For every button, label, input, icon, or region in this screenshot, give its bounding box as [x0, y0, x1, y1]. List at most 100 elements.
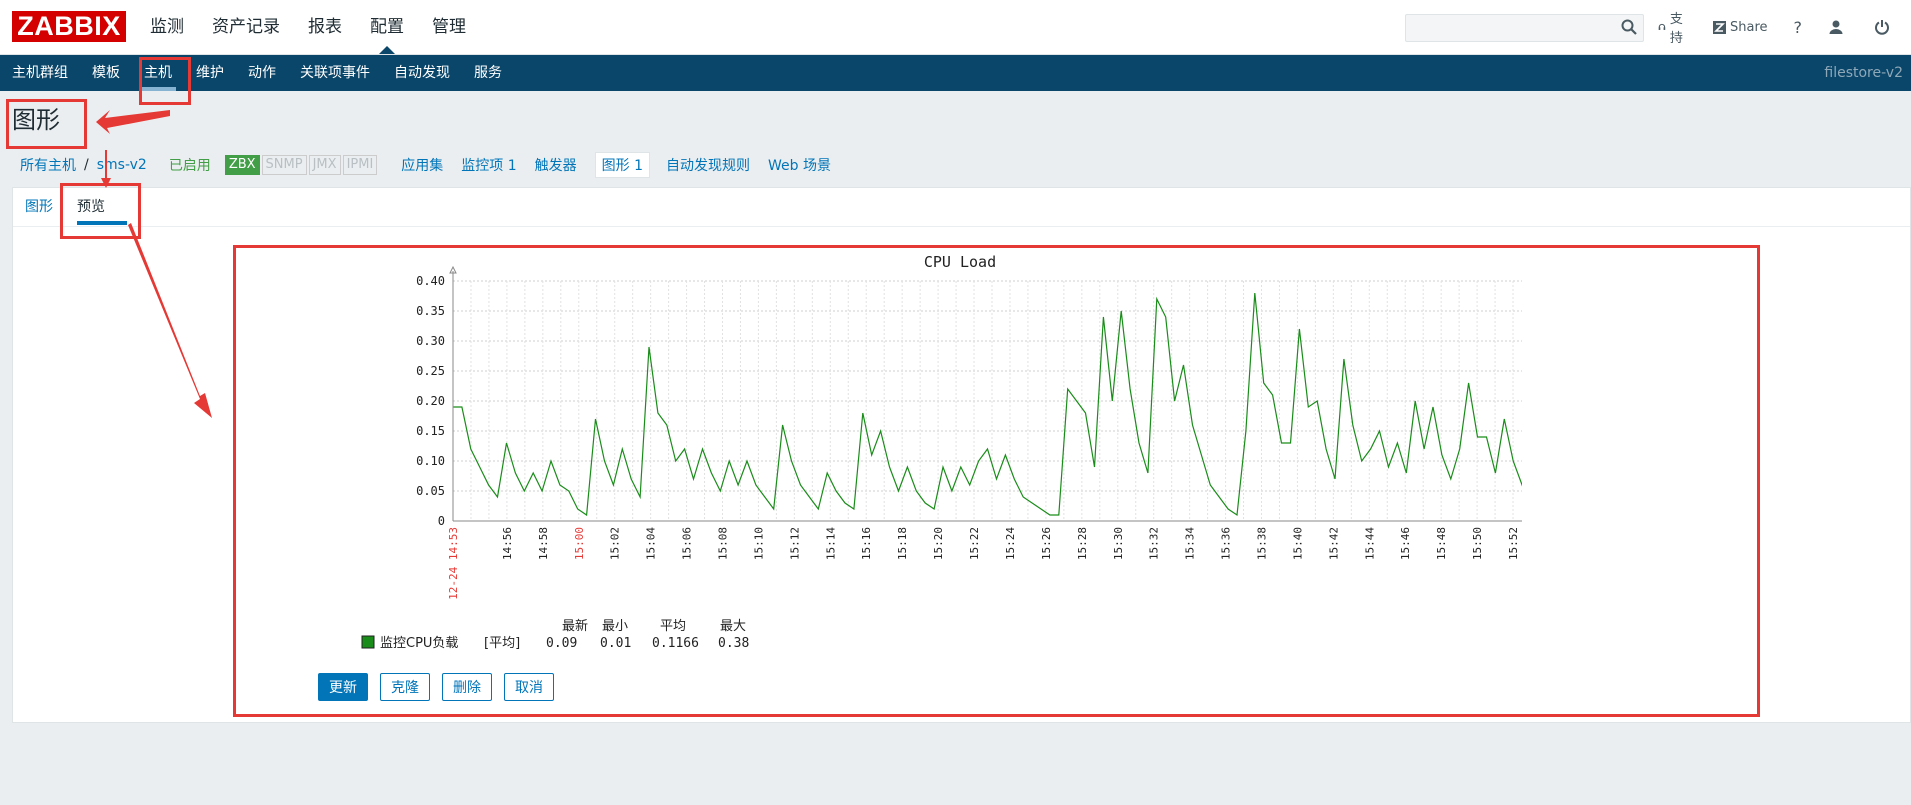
x-tick-label: 15:32	[1148, 527, 1161, 560]
menu-monitoring[interactable]: 监测	[150, 0, 184, 54]
snmp-badge: SNMP	[261, 155, 307, 175]
breadcrumb-all-hosts[interactable]: 所有主机	[20, 155, 76, 175]
legend-header-avg: 平均	[660, 619, 686, 634]
x-tick-label: 14:56	[501, 527, 514, 560]
zabbix-logo[interactable]: ZABBIX	[12, 11, 126, 42]
search-input[interactable]	[1406, 15, 1622, 39]
cancel-button[interactable]: 取消	[504, 673, 554, 701]
y-tick-label: 0.15	[416, 424, 445, 438]
user-icon	[1829, 20, 1843, 34]
chart-title: CPU Load	[924, 253, 996, 271]
x-tick-label: 15:18	[896, 527, 909, 560]
x-tick-labels: 14:56 14:58 15:00 15:02 15:04 15:06 15:08 15:10…	[447, 527, 1520, 600]
search-box	[1405, 14, 1644, 42]
submenu-hosts[interactable]: 主机	[132, 55, 184, 91]
power-icon	[1875, 20, 1890, 35]
x-tick-label: 15:08	[717, 527, 730, 560]
support-link[interactable]: 支持	[1658, 8, 1687, 46]
legend-func: [平均]	[484, 636, 520, 651]
x-tick-label: 15:36	[1220, 527, 1233, 560]
series-line-cpu-load	[453, 292, 1522, 517]
legend-value-avg: 0.1166	[652, 636, 699, 651]
share-label: Share	[1730, 19, 1768, 35]
submenu-templates[interactable]: 模板	[80, 55, 132, 91]
y-tick-label: 0.40	[416, 274, 445, 288]
breadcrumb-triggers[interactable]: 触发器	[535, 155, 577, 175]
menu-configuration[interactable]: 配置	[370, 0, 404, 54]
x-tick-label: 15:26	[1040, 527, 1053, 560]
x-tick-label: 15:10	[752, 527, 765, 560]
x-tick-label: 15:24	[1004, 527, 1017, 560]
menu-reports[interactable]: 报表	[308, 0, 342, 54]
sub-navigation: 主机群组 模板 主机 维护 动作 关联项事件 自动发现 服务 filestore…	[0, 55, 1911, 91]
breadcrumb-items[interactable]: 监控项 1	[461, 155, 516, 175]
breadcrumb-host[interactable]: sms-v2	[97, 157, 147, 173]
breadcrumb-separator: /	[84, 157, 89, 173]
page-title: 图形	[12, 106, 60, 134]
delete-button[interactable]: 删除	[442, 673, 492, 701]
x-tick-label: 15:48	[1435, 527, 1448, 560]
legend-series-swatch	[361, 635, 375, 649]
x-tick-label: 15:42	[1327, 527, 1340, 560]
y-tick-label: 0.30	[416, 334, 445, 348]
legend-value-min: 0.01	[600, 636, 631, 651]
y-tick-label: 0.10	[416, 454, 445, 468]
host-status[interactable]: 已启用	[169, 155, 211, 175]
tab-graph[interactable]: 图形	[13, 188, 65, 226]
breadcrumb-discovery-rules[interactable]: 自动发现规则	[666, 155, 750, 175]
submenu-list: 主机群组 模板 主机 维护 动作 关联项事件 自动发现 服务	[0, 55, 514, 91]
arrow-to-title	[96, 110, 170, 134]
x-tick-label: 15:20	[932, 527, 945, 560]
availability-badges: ZBX SNMP JMX IPMI	[224, 155, 379, 175]
tab-preview[interactable]: 预览	[65, 188, 127, 226]
submenu-event-correlation[interactable]: 关联项事件	[288, 55, 382, 91]
logout-link[interactable]	[1874, 19, 1894, 35]
search-icon[interactable]	[1621, 19, 1637, 39]
share-link[interactable]: Share	[1713, 20, 1768, 35]
user-profile-link[interactable]	[1828, 19, 1848, 35]
submenu-services[interactable]: 服务	[462, 55, 514, 91]
x-edge-label: 12-24 14:53	[447, 527, 460, 600]
x-tick-label: 15:46	[1399, 527, 1412, 560]
host-breadcrumb: 所有主机 / sms-v2 已启用 ZBX SNMP JMX IPMI 应用集 …	[20, 152, 849, 178]
clone-button[interactable]: 克隆	[380, 673, 430, 701]
submenu-discovery[interactable]: 自动发现	[382, 55, 462, 91]
x-tick-label: 15:04	[645, 527, 658, 560]
menu-configuration-label: 配置	[370, 17, 404, 37]
submenu-actions[interactable]: 动作	[236, 55, 288, 91]
y-tick-label: 0.20	[416, 394, 445, 408]
breadcrumb-applications[interactable]: 应用集	[401, 155, 443, 175]
x-tick-label: 15:52	[1507, 527, 1520, 560]
y-tick-label: 0.05	[416, 484, 445, 498]
top-icons: 支持 Share ?	[1658, 0, 1911, 54]
cpu-load-graph: CPU Load 0 0.05 0.10 0.15 0.20 0.25 0.30 0.35 0.…	[361, 253, 1522, 651]
x-tick-label: 15:50	[1471, 527, 1484, 560]
y-tick-label: 0	[438, 514, 445, 528]
help-link[interactable]: ?	[1794, 18, 1803, 37]
ipmi-badge: IPMI	[342, 155, 378, 175]
x-tick-label: 15:44	[1363, 527, 1376, 560]
breadcrumb-web-scenarios[interactable]: Web 场景	[768, 155, 831, 175]
y-tick-label: 0.25	[416, 364, 445, 378]
zbx-badge: ZBX	[224, 155, 260, 175]
legend-header-last: 最新	[562, 618, 588, 634]
submenu-host-groups[interactable]: 主机群组	[0, 55, 80, 91]
help-icon: ?	[1793, 17, 1803, 37]
menu-inventory[interactable]: 资产记录	[212, 0, 280, 54]
headset-icon	[1658, 23, 1666, 30]
x-tick-label: 15:14	[824, 527, 837, 560]
submenu-maintenance[interactable]: 维护	[184, 55, 236, 91]
selected-caret-icon	[379, 46, 395, 54]
jmx-badge: JMX	[308, 155, 341, 175]
x-tick-label: 15:16	[860, 527, 873, 560]
legend-value-max: 0.38	[718, 636, 749, 651]
menu-administration[interactable]: 管理	[432, 0, 466, 54]
legend-series-name: 监控CPU负载	[380, 636, 458, 651]
update-button[interactable]: 更新	[318, 673, 368, 701]
legend-value-last: 0.09	[546, 636, 577, 651]
chart-axes	[449, 265, 1522, 522]
breadcrumb-graphs[interactable]: 图形 1	[594, 152, 651, 178]
top-header: ZABBIX 监测 资产记录 报表 配置 管理 支持 Share ?	[0, 0, 1911, 55]
y-tick-labels: 0 0.05 0.10 0.15 0.20 0.25 0.30 0.35 0.40	[416, 274, 445, 528]
x-tick-label: 15:00	[573, 527, 586, 560]
